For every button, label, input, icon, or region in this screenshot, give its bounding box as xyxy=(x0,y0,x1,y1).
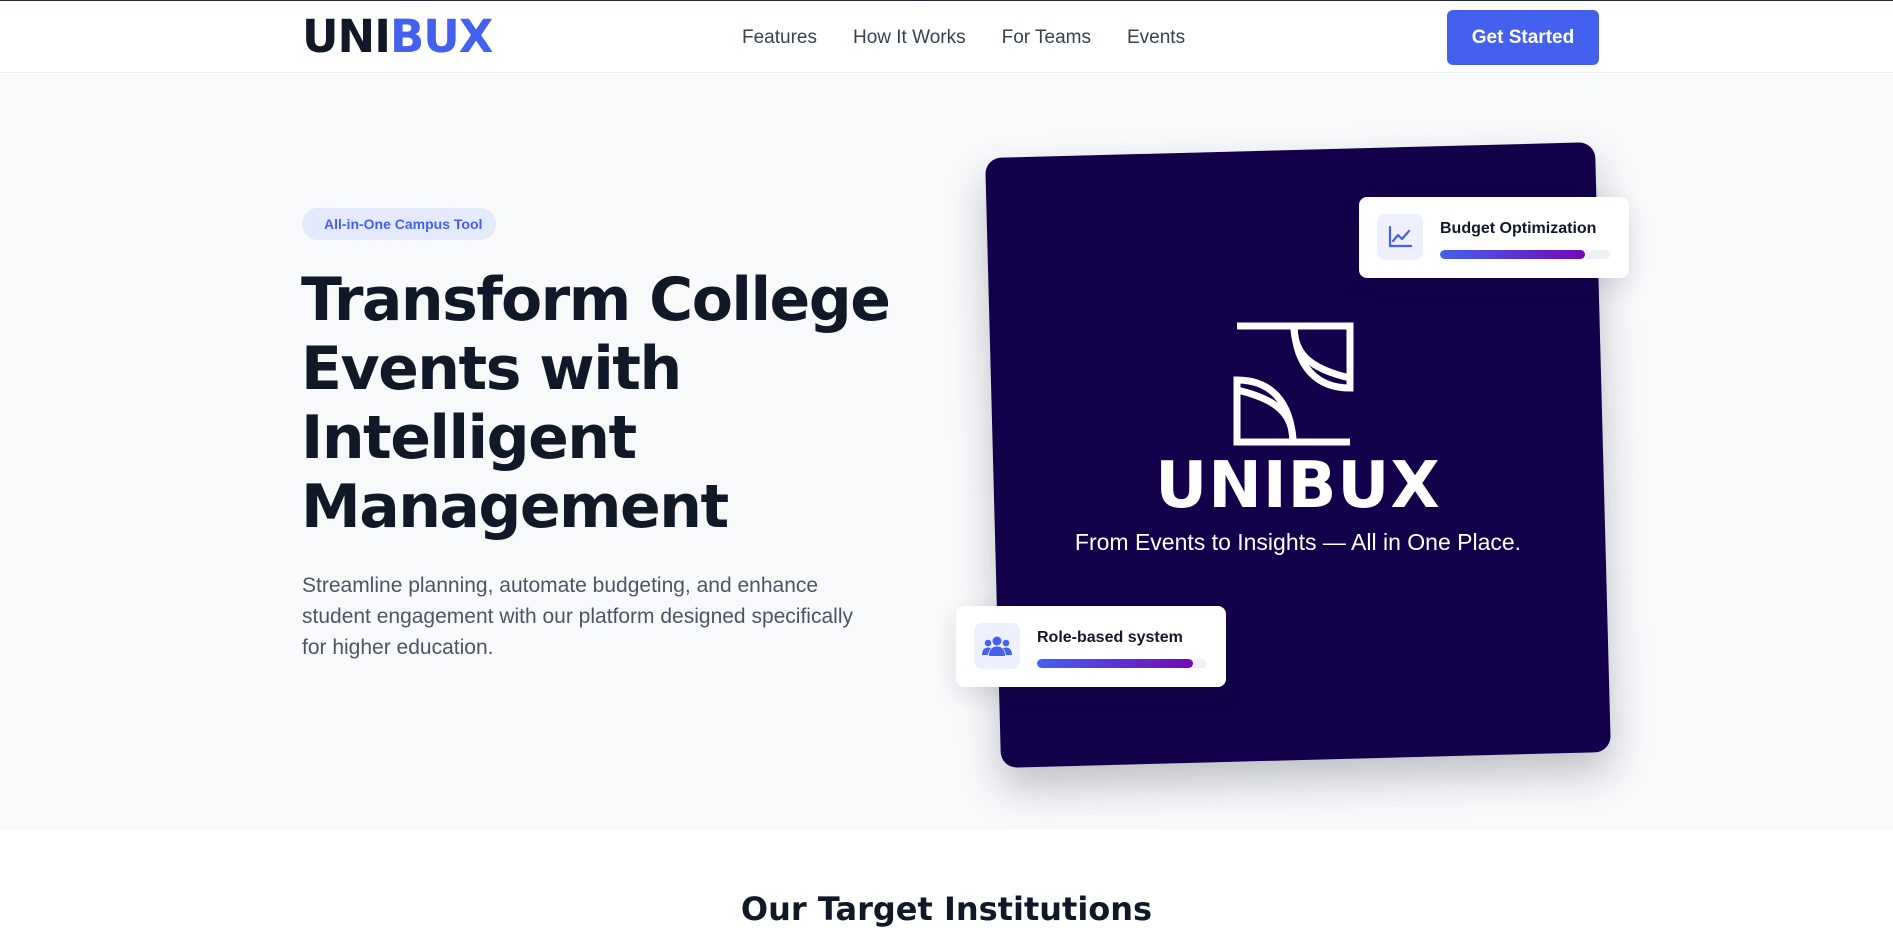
headline-line-4: Management xyxy=(301,472,729,542)
hero-subtitle: Streamline planning, automate budgeting,… xyxy=(302,574,853,659)
brand-tagline: From Events to Insights — All in One Pla… xyxy=(1074,529,1522,555)
nav-link-how-it-works[interactable]: How It Works xyxy=(853,25,966,51)
get-started-button[interactable]: Get Started xyxy=(1447,10,1599,65)
role-based-system-label: Role-based system xyxy=(1037,629,1183,646)
role-based-system-progress-fill xyxy=(1037,659,1194,668)
logo-part-1: UNI xyxy=(302,10,391,63)
users-icon xyxy=(974,623,1020,669)
nav-link-features[interactable]: Features xyxy=(742,25,817,51)
budget-optimization-card: Budget Optimization xyxy=(1359,197,1629,278)
logo[interactable]: UNIBUX xyxy=(302,11,493,63)
headline-line-3: Intelligent xyxy=(301,403,637,473)
section-title: Our Target Institutions xyxy=(740,890,1153,928)
budget-optimization-progress-fill xyxy=(1440,250,1585,259)
main-nav: Features How It Works For Teams Events xyxy=(742,25,1221,51)
target-institutions-section: Our Target Institutions xyxy=(0,830,1893,928)
campus-tool-badge: All-in-One Campus Tool xyxy=(302,208,497,240)
headline-line-2: Events with xyxy=(301,334,682,404)
nav-link-for-teams[interactable]: For Teams xyxy=(1002,25,1091,51)
brand-mark-icon xyxy=(1233,322,1354,446)
chart-line-icon xyxy=(1377,214,1423,260)
budget-optimization-label: Budget Optimization xyxy=(1440,220,1597,237)
nav-link-events[interactable]: Events xyxy=(1127,25,1185,51)
brand-name: UNIBUX xyxy=(1155,449,1441,523)
headline-line-1: Transform College xyxy=(301,265,891,335)
role-based-system-card: Role-based system xyxy=(956,606,1226,687)
logo-part-2: BUX xyxy=(389,10,494,63)
role-based-system-progress xyxy=(1037,659,1207,668)
hero-headline: Transform College Events with Intelligen… xyxy=(301,266,941,542)
site-header: UNIBUX Features How It Works For Teams E… xyxy=(0,1,1893,73)
budget-optimization-progress xyxy=(1440,250,1610,259)
